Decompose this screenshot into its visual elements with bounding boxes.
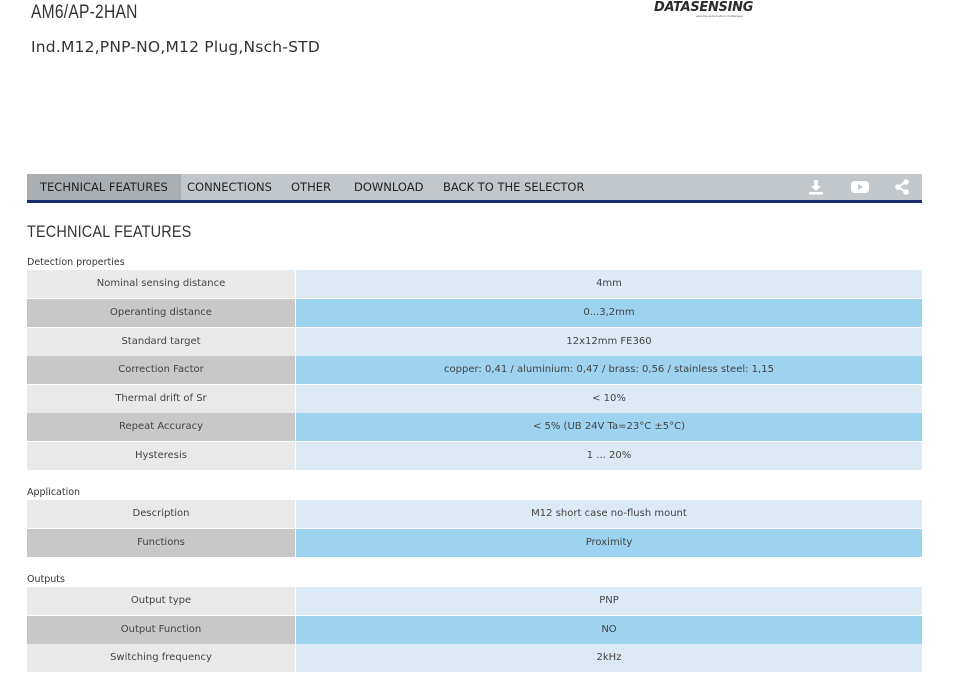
row-value: 2kHz (296, 644, 922, 672)
table-row: Nominal sensing distance 4mm (27, 270, 922, 298)
share-icon[interactable] (893, 178, 911, 196)
product-description: Ind.M12,PNP-NO,M12 Plug,Nsch-STD (31, 38, 320, 56)
tab-technical-features[interactable]: TECHNICAL FEATURES (27, 174, 181, 200)
table-row: Correction Factor copper: 0,41 / alumini… (27, 356, 922, 384)
table-row: Thermal drift of Sr < 10% (27, 385, 922, 413)
tab-connections[interactable]: CONNECTIONS (187, 174, 272, 200)
row-value: < 5% (UB 24V Ta=23°C ±5°C) (296, 413, 922, 441)
logo-tagline: sensing automation challenges (696, 14, 743, 18)
group-title-outputs: Outputs (27, 574, 65, 585)
row-value: Proximity (296, 529, 922, 557)
row-label: Description (27, 500, 295, 528)
row-label: Hysteresis (27, 442, 295, 470)
row-label: Operanting distance (27, 299, 295, 327)
group-title-detection-properties: Detection properties (27, 257, 125, 268)
row-label: Standard target (27, 328, 295, 356)
tab-back-to-selector[interactable]: BACK TO THE SELECTOR (443, 174, 584, 200)
logo-text: DATASENSING (654, 0, 754, 15)
row-value: 0...3,2mm (296, 299, 922, 327)
row-value: < 10% (296, 385, 922, 413)
table-row: Switching frequency 2kHz (27, 644, 922, 672)
group-title-application: Application (27, 487, 81, 498)
youtube-icon[interactable] (850, 178, 869, 196)
row-value: 12x12mm FE360 (296, 328, 922, 356)
table-row: Operanting distance 0...3,2mm (27, 299, 922, 327)
row-label: Functions (27, 529, 295, 557)
table-row: Standard target 12x12mm FE360 (27, 328, 922, 356)
row-label: Switching frequency (27, 644, 295, 672)
table-row: Description M12 short case no-flush moun… (27, 500, 922, 528)
row-value: PNP (296, 587, 922, 615)
section-title: TECHNICAL FEATURES (27, 222, 192, 241)
row-value: NO (296, 616, 922, 644)
datasensing-logo[interactable]: DATASENSING sensing automation challenge… (654, 0, 753, 20)
row-label: Nominal sensing distance (27, 270, 295, 298)
row-label: Output Function (27, 616, 295, 644)
row-value: copper: 0,41 / aluminium: 0,47 / brass: … (296, 356, 922, 384)
product-code: AM6/AP-2HAN (31, 2, 138, 23)
row-label: Thermal drift of Sr (27, 385, 295, 413)
row-value: 4mm (296, 270, 922, 298)
tab-download[interactable]: DOWNLOAD (354, 174, 423, 200)
row-label: Output type (27, 587, 295, 615)
row-label: Correction Factor (27, 356, 295, 384)
table-row: Functions Proximity (27, 529, 922, 557)
table-row: Output type PNP (27, 587, 922, 615)
row-label: Repeat Accuracy (27, 413, 295, 441)
table-row: Output Function NO (27, 616, 922, 644)
row-value: 1 ... 20% (296, 442, 922, 470)
download-icon[interactable] (807, 178, 825, 196)
tab-bar: TECHNICAL FEATURES CONNECTIONS OTHER DOW… (27, 174, 922, 203)
table-row: Hysteresis 1 ... 20% (27, 442, 922, 470)
table-row: Repeat Accuracy < 5% (UB 24V Ta=23°C ±5°… (27, 413, 922, 441)
tab-other[interactable]: OTHER (291, 174, 331, 200)
row-value: M12 short case no-flush mount (296, 500, 922, 528)
